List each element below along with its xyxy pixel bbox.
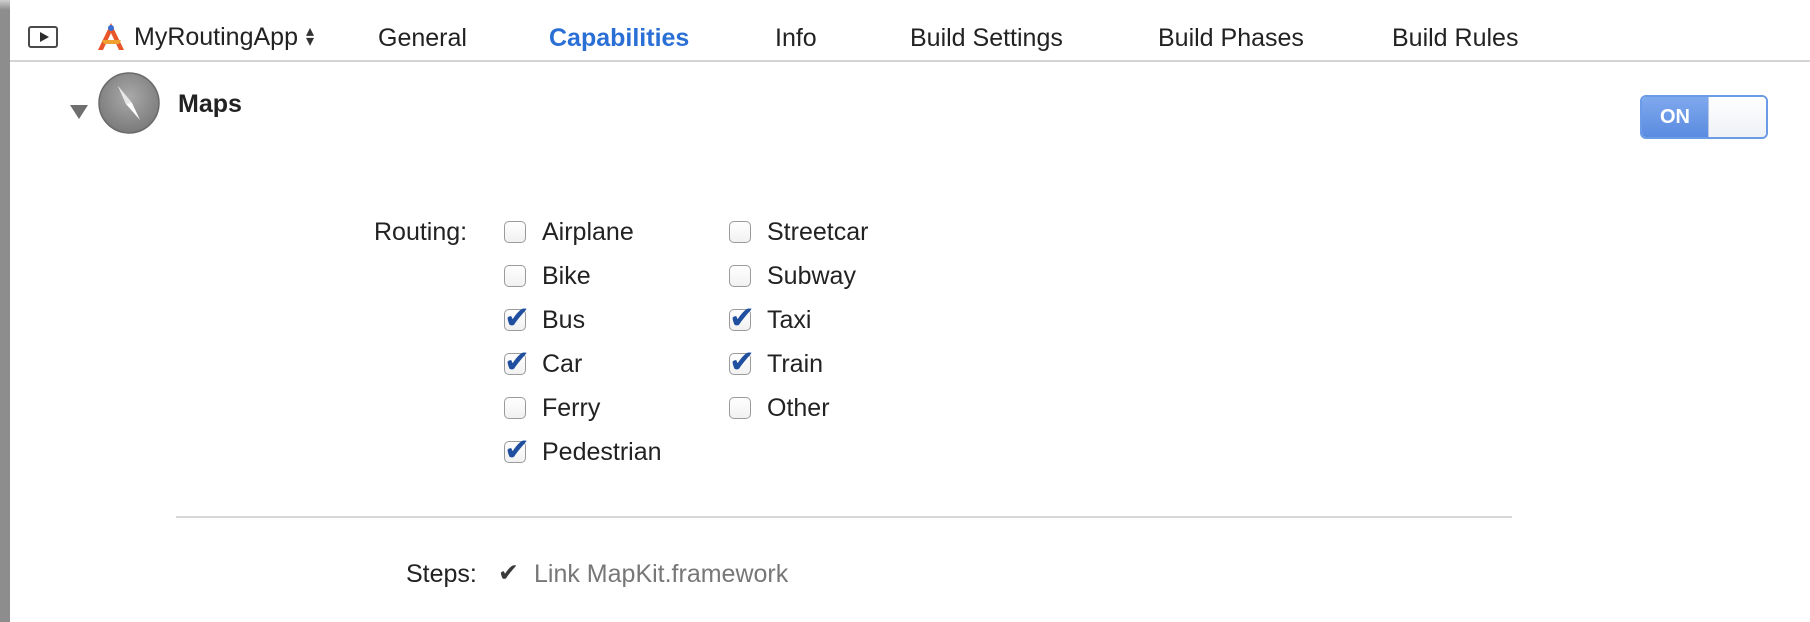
capability-title: Maps <box>178 90 242 118</box>
show-navigator-icon[interactable] <box>28 26 58 48</box>
option-label: Pedestrian <box>542 437 662 466</box>
steps-label: Steps: <box>406 560 477 588</box>
tab-build-settings[interactable]: Build Settings <box>910 24 1063 53</box>
option-label: Taxi <box>767 305 812 334</box>
checkbox[interactable] <box>729 221 751 243</box>
maps-capability-switch[interactable]: ON <box>1640 95 1768 139</box>
option-label: Streetcar <box>767 217 869 246</box>
checkbox-checked[interactable] <box>729 300 755 336</box>
option-label: Bus <box>542 305 586 334</box>
tab-capabilities[interactable]: Capabilities <box>549 24 689 53</box>
routing-option-train[interactable]: Train <box>729 344 824 381</box>
routing-option-bike[interactable]: Bike <box>504 259 591 293</box>
routing-option-other[interactable]: Other <box>729 391 830 425</box>
switch-knob <box>1708 97 1766 137</box>
checkbox-checked[interactable] <box>729 344 755 380</box>
routing-option-subway[interactable]: Subway <box>729 259 856 293</box>
routing-label: Routing: <box>374 218 468 246</box>
routing-option-airplane[interactable]: Airplane <box>504 215 634 249</box>
option-label: Bike <box>542 261 591 290</box>
disclosure-triangle-icon[interactable] <box>70 105 88 119</box>
editor-tab-bar: MyRoutingApp ▴ ▾ General Capabilities Inf… <box>10 8 1810 62</box>
routing-option-ferry[interactable]: Ferry <box>504 391 600 425</box>
tab-build-phases[interactable]: Build Phases <box>1158 24 1304 53</box>
checkbox[interactable] <box>504 265 526 287</box>
checkmark-icon: ✔ <box>498 558 519 587</box>
target-name: MyRoutingApp <box>134 22 298 51</box>
option-label: Train <box>767 349 824 378</box>
tab-info[interactable]: Info <box>775 24 817 53</box>
checkbox[interactable] <box>504 397 526 419</box>
routing-option-pedestrian[interactable]: Pedestrian <box>504 432 662 469</box>
option-label: Ferry <box>542 393 601 422</box>
option-label: Car <box>542 349 583 378</box>
routing-option-streetcar[interactable]: Streetcar <box>729 215 868 249</box>
checkbox-checked[interactable] <box>504 300 530 336</box>
section-divider <box>176 516 1512 518</box>
chevron-updown-icon: ▴ ▾ <box>305 23 315 50</box>
checkbox-checked[interactable] <box>504 344 530 380</box>
option-label: Other <box>767 393 830 422</box>
checkbox[interactable] <box>729 265 751 287</box>
step-link-mapkit: Link MapKit.framework <box>534 560 789 588</box>
option-label: Airplane <box>542 217 634 246</box>
routing-option-car[interactable]: Car <box>504 344 583 381</box>
project-editor: MyRoutingApp ▴ ▾ General Capabilities Inf… <box>10 0 1810 622</box>
checkbox[interactable] <box>729 397 751 419</box>
option-label: Subway <box>767 261 856 290</box>
routing-option-bus[interactable]: Bus <box>504 300 586 337</box>
app-target-icon <box>98 23 124 50</box>
maps-compass-icon <box>98 72 160 134</box>
checkbox[interactable] <box>504 221 526 243</box>
switch-on-label: ON <box>1642 97 1708 137</box>
target-selector[interactable]: MyRoutingApp ▴ ▾ <box>94 20 314 54</box>
checkbox-checked[interactable] <box>504 432 530 468</box>
tab-general[interactable]: General <box>378 24 467 53</box>
routing-option-taxi[interactable]: Taxi <box>729 300 812 337</box>
tab-build-rules[interactable]: Build Rules <box>1392 24 1518 53</box>
